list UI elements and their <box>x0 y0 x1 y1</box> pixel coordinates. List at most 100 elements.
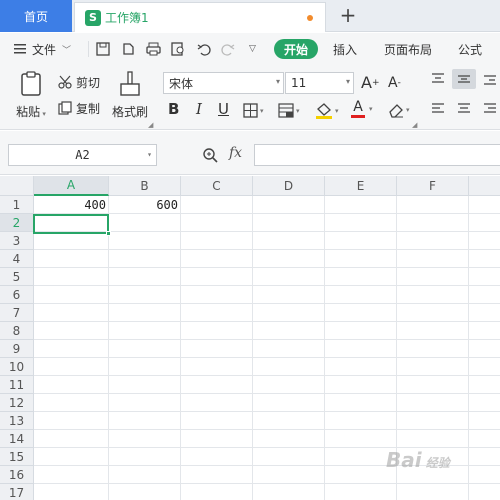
column-header-C[interactable]: C <box>181 176 253 196</box>
tab-workbook[interactable]: S 工作簿1 <box>74 2 326 32</box>
shrink-font-button[interactable]: A- <box>388 75 401 91</box>
select-all-corner[interactable] <box>0 176 34 196</box>
align-middle-button[interactable] <box>452 69 476 89</box>
align-bottom-button[interactable] <box>483 73 497 85</box>
align-center-button[interactable] <box>457 103 471 115</box>
caret-down-icon: ▾ <box>40 110 46 118</box>
row-header-8[interactable]: 8 <box>0 322 34 340</box>
column-header-B[interactable]: B <box>109 176 181 196</box>
export-button[interactable] <box>121 33 135 65</box>
tab-home[interactable]: 首页 <box>0 0 72 32</box>
grid-column-line <box>180 196 181 500</box>
dialog-launcher-icon[interactable]: ◢ <box>148 121 153 129</box>
clear-button[interactable]: ▾ <box>388 102 410 118</box>
grid-row-line <box>34 339 500 340</box>
row-header-6[interactable]: 6 <box>0 286 34 304</box>
row-header-10[interactable]: 10 <box>0 358 34 376</box>
tab-start[interactable]: 开始 <box>274 39 318 59</box>
redo-icon <box>221 42 235 56</box>
font-name-select[interactable]: 宋体 ▾ <box>163 72 284 94</box>
column-header-A[interactable]: A <box>34 176 109 196</box>
font-size-select[interactable]: 11 ▾ <box>285 72 354 94</box>
column-header-E[interactable]: E <box>325 176 397 196</box>
row-header-11[interactable]: 11 <box>0 376 34 394</box>
align-right-button[interactable] <box>483 103 497 115</box>
row-header-13[interactable]: 13 <box>0 412 34 430</box>
column-header-partial[interactable] <box>469 176 500 196</box>
paste-button[interactable]: 粘贴 ▾ <box>14 71 48 127</box>
column-header-F[interactable]: F <box>397 176 469 196</box>
redo-button[interactable] <box>221 33 235 65</box>
print-preview-button[interactable] <box>171 33 186 65</box>
file-menu[interactable]: 文件 ﹀ <box>14 33 71 65</box>
fill-handle[interactable] <box>106 231 111 236</box>
cell-B1[interactable]: 600 <box>109 196 181 214</box>
grid-row-line <box>34 321 500 322</box>
row-header-9[interactable]: 9 <box>0 340 34 358</box>
paint-bucket-icon <box>315 102 333 120</box>
row-header-1[interactable]: 1 <box>0 196 34 214</box>
tab-insert[interactable]: 插入 <box>333 33 357 65</box>
quick-access-dropdown[interactable]: ▽ <box>249 33 256 65</box>
caret-down-icon: ▾ <box>345 77 350 86</box>
column-header-D[interactable]: D <box>253 176 325 196</box>
fill-pattern-icon <box>278 103 294 118</box>
border-grid-icon <box>243 103 258 118</box>
menu-bar: 文件 ﹀ ▽ 开始 插入 页面布局 公式 <box>0 33 500 65</box>
format-painter-button[interactable]: 格式刷 <box>110 71 150 127</box>
copy-button[interactable]: 复制 <box>58 99 100 117</box>
selected-cell-A2[interactable] <box>33 214 109 234</box>
align-left-button[interactable] <box>431 103 445 115</box>
print-button[interactable] <box>146 33 161 65</box>
copy-label: 复制 <box>76 101 101 116</box>
fill-color-button[interactable]: ▾ <box>315 102 339 120</box>
grid-row-line <box>34 483 500 484</box>
name-box-value: A2 <box>75 148 90 162</box>
tab-page-layout[interactable]: 页面布局 <box>384 33 432 65</box>
cut-button[interactable]: 剪切 <box>58 73 100 91</box>
row-header-14[interactable]: 14 <box>0 430 34 448</box>
row-header-7[interactable]: 7 <box>0 304 34 322</box>
dialog-launcher-icon[interactable]: ◢ <box>412 121 417 129</box>
row-header-16[interactable]: 16 <box>0 466 34 484</box>
caret-down-icon: ▾ <box>406 106 410 114</box>
save-button[interactable] <box>96 33 110 65</box>
insert-function-button[interactable]: fx <box>229 145 242 161</box>
row-header-17[interactable]: 17 <box>0 484 34 500</box>
caret-down-icon: ▾ <box>260 106 264 115</box>
grid-row-line <box>34 411 500 412</box>
row-header-12[interactable]: 12 <box>0 394 34 412</box>
new-tab-button[interactable]: + <box>338 5 358 25</box>
undo-button[interactable] <box>197 33 211 65</box>
zoom-search-icon[interactable] <box>202 147 218 163</box>
caret-down-icon[interactable]: ▾ <box>369 105 373 113</box>
row-header-5[interactable]: 5 <box>0 268 34 286</box>
font-color-button[interactable]: A <box>351 100 365 118</box>
row-header-2[interactable]: 2 <box>0 214 34 232</box>
tab-formula[interactable]: 公式 <box>458 33 482 65</box>
ribbon-toolbar: 粘贴 ▾ 剪切 复制 格式刷 ◢ 宋体 ▾ 11 ▾ A + A- B I U ▾… <box>0 65 500 130</box>
grow-font-button[interactable]: A + <box>361 73 380 92</box>
row-header-15[interactable]: 15 <box>0 448 34 466</box>
cell-style-button[interactable]: ▾ <box>278 103 300 118</box>
grid-column-line <box>468 196 469 500</box>
printer-icon <box>146 42 161 56</box>
copy-icon <box>58 101 72 115</box>
grid-row-line <box>34 249 500 250</box>
name-box[interactable]: A2 ▾ <box>8 144 157 166</box>
cell-A1[interactable]: 400 <box>34 196 109 214</box>
italic-button[interactable]: I <box>196 100 202 118</box>
borders-button[interactable]: ▾ <box>243 103 264 118</box>
font-size-value: 11 <box>291 76 307 90</box>
row-header-4[interactable]: 4 <box>0 250 34 268</box>
chevron-down-icon: ﹀ <box>62 45 72 56</box>
bold-button[interactable]: B <box>168 100 179 118</box>
align-top-button[interactable] <box>431 73 445 85</box>
formula-input[interactable] <box>254 144 500 166</box>
row-header-3[interactable]: 3 <box>0 232 34 250</box>
tab-bar: 首页 S 工作簿1 + <box>0 0 500 32</box>
spreadsheet-icon: S <box>85 9 101 26</box>
chevron-down-icon: ▽ <box>249 44 256 54</box>
grid-column-line <box>252 196 253 500</box>
underline-button[interactable]: U <box>218 100 229 118</box>
